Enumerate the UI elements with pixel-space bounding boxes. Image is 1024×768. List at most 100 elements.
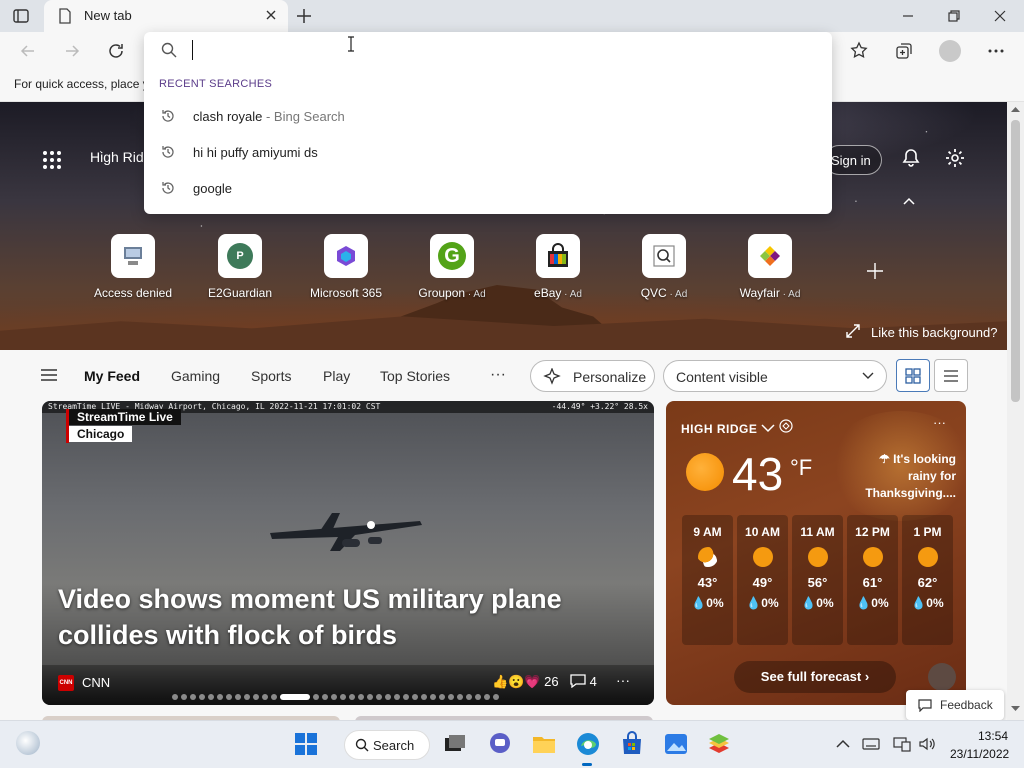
raindrop-icon: 💧	[746, 596, 762, 610]
e2guardian-icon: P	[227, 243, 253, 269]
collections-icon[interactable]	[894, 41, 914, 61]
forward-icon[interactable]	[62, 41, 82, 61]
tab-top-stories[interactable]: Top Stories	[380, 368, 450, 384]
hour-forecast[interactable]: 1 PM 62° 💧0%	[902, 515, 953, 645]
content-visibility-dropdown[interactable]: Content visible	[663, 360, 887, 392]
profile-avatar[interactable]	[939, 40, 961, 62]
teams-chat-icon[interactable]	[487, 731, 513, 757]
expand-icon	[846, 324, 860, 338]
network-icon[interactable]	[893, 735, 911, 753]
recent-search-item[interactable]: clash royale - Bing Search	[144, 98, 832, 134]
grid-view-button[interactable]	[896, 359, 930, 392]
taskbar-search[interactable]: Search	[344, 730, 430, 760]
address-input[interactable]	[188, 38, 808, 62]
sunny-icon	[917, 547, 938, 567]
quick-link-microsoft-365[interactable]: Microsoft 365	[301, 234, 391, 304]
news-headline[interactable]: Video shows moment US military plane col…	[58, 581, 618, 653]
weather-card[interactable]: HIGH RIDGE ··· 43 °F ☂ It's looking rain…	[666, 401, 966, 705]
close-tab-icon[interactable]	[264, 8, 278, 22]
add-quick-link-icon[interactable]	[866, 262, 884, 280]
app-launcher-icon[interactable]	[42, 150, 62, 170]
sunny-icon	[686, 453, 724, 491]
tab-my-feed[interactable]: My Feed	[84, 368, 140, 384]
back-icon[interactable]	[18, 41, 38, 61]
chevron-up-icon[interactable]	[834, 735, 852, 753]
active-app-indicator	[582, 763, 592, 766]
recent-search-item[interactable]: hi hi puffy amiyumi ds	[144, 134, 832, 170]
more-topics-button[interactable]: ···	[490, 366, 506, 384]
comments[interactable]: 4	[570, 674, 597, 689]
ebay-bag-icon	[548, 243, 568, 267]
hour-forecast[interactable]: 12 PM 61° 💧0%	[847, 515, 898, 645]
scroll-up-icon[interactable]	[1011, 106, 1020, 112]
temperature-unit[interactable]: °F	[790, 455, 812, 481]
scrollbar-thumb[interactable]	[1011, 120, 1020, 402]
photos-app-icon[interactable]	[663, 731, 689, 757]
settings-gear-icon[interactable]	[944, 147, 966, 169]
search-icon	[161, 42, 177, 58]
new-tab-button[interactable]	[294, 6, 314, 26]
quick-link-groupon[interactable]: G Groupon · Ad	[407, 234, 497, 304]
hour-forecast[interactable]: 11 AM 56° 💧0%	[792, 515, 843, 645]
location-pin-icon	[779, 419, 793, 433]
task-view-icon[interactable]	[442, 731, 468, 757]
grid-icon	[905, 368, 921, 384]
recent-search-item[interactable]: google	[144, 170, 832, 206]
hamburger-menu-icon[interactable]	[40, 368, 58, 382]
quick-link-access-denied[interactable]: Access denied	[88, 234, 178, 304]
tab-actions-icon[interactable]	[12, 7, 30, 25]
keyboard-icon[interactable]	[862, 735, 880, 753]
scroll-down-icon[interactable]	[1011, 706, 1020, 712]
hour-forecast[interactable]: 9 AM 43° 💧0%	[682, 515, 733, 645]
see-full-forecast-button[interactable]: See full forecast ›	[734, 661, 896, 693]
list-view-button[interactable]	[934, 359, 968, 392]
minimize-button[interactable]	[900, 8, 916, 24]
edge-browser-icon[interactable]	[575, 731, 601, 757]
carousel-dots[interactable]	[172, 694, 499, 700]
qvc-icon	[653, 245, 675, 267]
tab-play[interactable]: Play	[323, 368, 350, 384]
quick-link-wayfair[interactable]: Wayfair · Ad	[725, 234, 815, 304]
reactions[interactable]: 👍😮💗 26	[492, 674, 559, 690]
file-explorer-icon[interactable]	[531, 731, 557, 757]
page-scrollbar[interactable]	[1007, 102, 1024, 720]
weather-alert[interactable]: ☂ It's looking rainy for Thanksgiving...…	[856, 451, 956, 502]
history-icon	[162, 110, 174, 122]
more-menu-icon[interactable]	[986, 41, 1006, 61]
microsoft-store-icon[interactable]	[619, 731, 645, 757]
feedback-button[interactable]: Feedback	[906, 690, 1004, 720]
hourly-forecast: 9 AM 43° 💧0% 10 AM 49° 💧0% 11 AM 56° 💧0%…	[682, 515, 953, 645]
sign-in-button[interactable]: Sign in	[824, 145, 882, 175]
widgets-icon[interactable]	[16, 731, 40, 755]
hour-forecast[interactable]: 10 AM 49° 💧0%	[737, 515, 788, 645]
start-icon[interactable]	[293, 731, 319, 757]
news-card[interactable]: StreamTime LIVE - Midway Airport, Chicag…	[42, 401, 654, 705]
restore-button[interactable]	[946, 8, 962, 24]
like-background-button[interactable]: Like this background?	[846, 324, 997, 341]
favorites-icon[interactable]	[850, 41, 870, 61]
refresh-icon[interactable]	[106, 41, 126, 61]
collapse-chevron-icon[interactable]	[902, 196, 916, 206]
quick-link-qvc[interactable]: QVC · Ad	[619, 234, 709, 304]
personalize-button[interactable]: Personalize	[530, 360, 655, 392]
wayfair-icon	[760, 246, 780, 266]
volume-icon[interactable]	[918, 735, 936, 753]
quick-link-e2guardian[interactable]: P E2Guardian	[195, 234, 285, 304]
microsoft-365-icon	[337, 246, 355, 266]
bluestacks-icon[interactable]	[706, 731, 732, 757]
current-temperature: 43	[732, 448, 784, 500]
close-window-button[interactable]	[992, 8, 1008, 24]
chevron-down-icon	[761, 424, 775, 433]
notifications-icon[interactable]	[900, 147, 922, 169]
raindrop-icon: 💧	[856, 596, 872, 610]
news-more-button[interactable]: ···	[616, 672, 630, 688]
tab-sports[interactable]: Sports	[251, 368, 291, 384]
weather-more-button[interactable]: ···	[933, 415, 946, 430]
weather-location[interactable]: HIGH RIDGE	[681, 419, 793, 436]
loading-icon	[928, 663, 956, 691]
tab-gaming[interactable]: Gaming	[171, 368, 220, 384]
tab-new-tab[interactable]: New tab	[44, 0, 288, 32]
news-source[interactable]: CNN	[82, 675, 110, 690]
location-label[interactable]: High Rid	[90, 149, 144, 165]
quick-link-ebay[interactable]: eBay · Ad	[513, 234, 603, 304]
